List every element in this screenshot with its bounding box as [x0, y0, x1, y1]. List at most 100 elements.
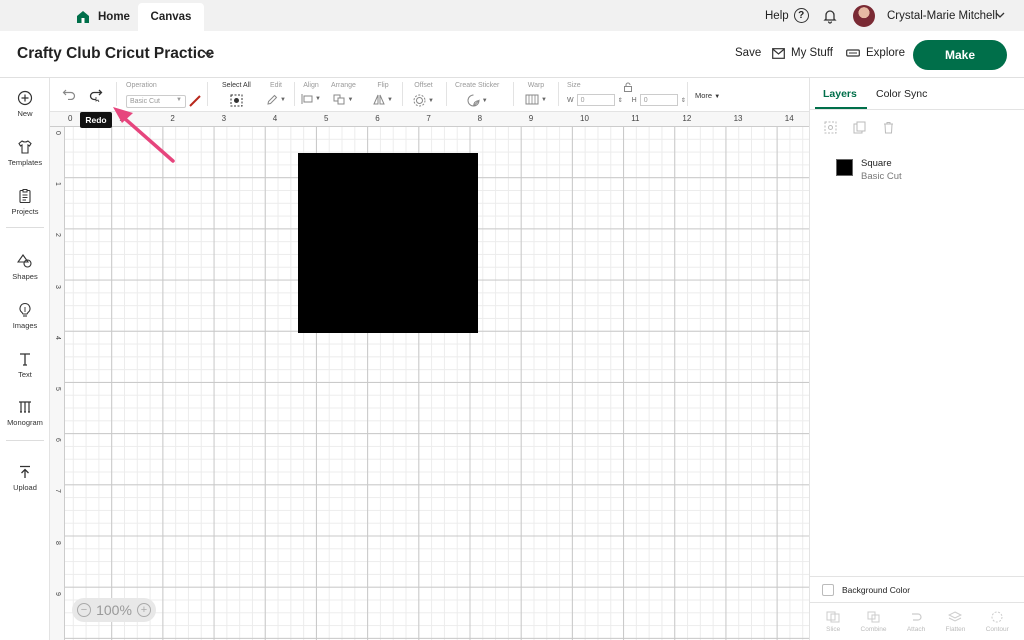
tab-home-label: Home	[98, 11, 130, 23]
tab-color-sync[interactable]: Color Sync	[876, 88, 927, 100]
project-header: Crafty Club Cricut Practice Save My Stuf…	[0, 31, 1024, 78]
sidebar-item-templates[interactable]: Templates	[0, 139, 50, 167]
ruler-tick-label: 14	[784, 114, 794, 123]
width-input[interactable]: 0	[576, 94, 615, 106]
ruler-tick-label: 8	[477, 114, 483, 123]
question-icon: ?	[793, 8, 809, 23]
operation-group: Operation Basic Cut ▼	[126, 82, 202, 108]
avatar[interactable]	[853, 5, 875, 27]
duplicate-icon[interactable]	[853, 121, 866, 134]
stepper-icon[interactable]: ⇕	[618, 97, 623, 104]
user-name[interactable]: Crystal-Marie Mitchell	[887, 10, 998, 22]
ruler-tick-label: 12	[682, 114, 692, 123]
caret-down-icon: ▼	[541, 96, 547, 103]
layer-color-swatch[interactable]	[836, 159, 853, 176]
layer-item[interactable]: Square Basic Cut	[836, 158, 902, 182]
background-color-row[interactable]: Background Color	[810, 576, 1024, 602]
flip-icon	[373, 94, 385, 105]
explore-label: Explore	[866, 47, 905, 59]
flip-label: Flip	[377, 82, 389, 89]
help-button[interactable]: Help ?	[765, 8, 809, 23]
ruler-tick-label: 11	[631, 114, 640, 123]
sidebar-item-new[interactable]: New	[0, 90, 50, 118]
sidebar-item-upload[interactable]: Upload	[0, 464, 50, 492]
stepper-icon[interactable]: ⇕	[681, 97, 686, 104]
zoom-level: 100%	[96, 602, 132, 618]
slice-button[interactable]: Slice	[826, 611, 840, 633]
mail-icon	[772, 47, 785, 59]
zoom-in-button[interactable]: +	[137, 603, 151, 617]
toolbar-divider	[513, 82, 514, 106]
chevron-down-icon[interactable]	[203, 50, 214, 58]
warp-icon	[525, 94, 539, 105]
sidebar-item-label: Projects	[11, 207, 39, 216]
sidebar-item-label: Upload	[13, 483, 37, 492]
caret-down-icon: ▼	[315, 96, 321, 102]
create-sticker-group[interactable]: Create Sticker ▼	[455, 82, 499, 107]
design-canvas[interactable]	[65, 127, 809, 640]
height-input[interactable]: 0	[639, 94, 678, 106]
sticker-icon	[467, 94, 480, 107]
save-button[interactable]: Save	[735, 47, 761, 59]
caret-down-icon: ▼	[481, 97, 488, 104]
slice-icon	[826, 611, 840, 622]
tab-layers[interactable]: Layers	[823, 88, 857, 100]
background-color-checkbox[interactable]	[822, 583, 834, 596]
my-stuff-label: My Stuff	[791, 47, 833, 59]
height-label: H	[631, 96, 637, 104]
ruler-horizontal: 0 1 2 3 4 5 6 7 8 9 10 11 12 13 14	[50, 112, 809, 127]
background-color-label: Background Color	[842, 584, 911, 595]
arrange-group[interactable]: Arrange ▼	[331, 82, 356, 105]
bell-icon[interactable]	[822, 8, 838, 24]
flatten-button[interactable]: Flatten	[946, 610, 965, 633]
explore-button[interactable]: Explore	[846, 47, 905, 59]
offset-group[interactable]: Offset ▼	[413, 82, 434, 107]
offset-label: Offset	[414, 82, 433, 89]
my-stuff-button[interactable]: My Stuff	[772, 47, 833, 59]
pencil-icon	[267, 94, 278, 105]
contour-button[interactable]: Contour	[986, 611, 1009, 633]
flip-group[interactable]: Flip ▼	[373, 82, 393, 105]
ruler-tick-label: 9	[54, 591, 61, 596]
upload-icon	[20, 465, 30, 478]
ruler-tick-label: 13	[733, 114, 743, 123]
sidebar-item-label: Monogram	[7, 418, 43, 427]
sidebar-item-projects[interactable]: Projects	[0, 188, 50, 216]
make-button[interactable]: Make	[913, 40, 1007, 70]
trash-icon[interactable]	[882, 121, 895, 134]
warp-group[interactable]: Warp ▼	[525, 82, 547, 105]
lock-icon[interactable]	[623, 82, 633, 92]
sidebar-item-text[interactable]: Text	[0, 351, 50, 379]
tab-home[interactable]: Home	[66, 3, 140, 31]
ruler-tick-label: 0	[54, 131, 61, 135]
redo-icon[interactable]	[88, 88, 104, 102]
operation-select[interactable]: Basic Cut ▼	[126, 94, 186, 108]
text-icon	[20, 353, 30, 366]
align-group[interactable]: Align ▼	[301, 82, 321, 104]
sidebar-divider	[6, 440, 44, 441]
combine-button[interactable]: Combine	[861, 611, 887, 633]
more-button[interactable]: More ▼	[695, 91, 720, 100]
group-icon[interactable]	[824, 121, 837, 134]
chevron-down-icon[interactable]	[995, 10, 1005, 20]
sidebar-item-shapes[interactable]: Shapes	[0, 253, 50, 281]
sidebar-item-label: Text	[18, 370, 32, 379]
select-all-group[interactable]: Select All	[222, 82, 251, 107]
zoom-out-button[interactable]: −	[77, 603, 91, 617]
sidebar-item-monogram[interactable]: Monogram	[0, 399, 50, 427]
sidebar-item-images[interactable]: Images	[0, 302, 50, 330]
color-swatch-icon[interactable]	[188, 94, 202, 108]
ruler-tick-label: 5	[54, 387, 61, 391]
sidebar-item-label: Shapes	[12, 272, 38, 281]
attach-button[interactable]: Attach	[907, 611, 925, 633]
caret-down-icon: ▼	[176, 96, 182, 103]
shapes-icon	[17, 254, 32, 268]
tab-canvas[interactable]: Canvas	[138, 3, 204, 31]
toolbar-divider	[402, 82, 403, 106]
edit-group[interactable]: Edit ▼	[266, 82, 286, 106]
ruler-tick-label: 1	[119, 114, 124, 123]
undo-icon[interactable]	[62, 88, 76, 100]
project-title[interactable]: Crafty Club Cricut Practice	[17, 45, 214, 63]
edit-label: Edit	[269, 82, 282, 89]
square-shape[interactable]	[298, 153, 478, 333]
